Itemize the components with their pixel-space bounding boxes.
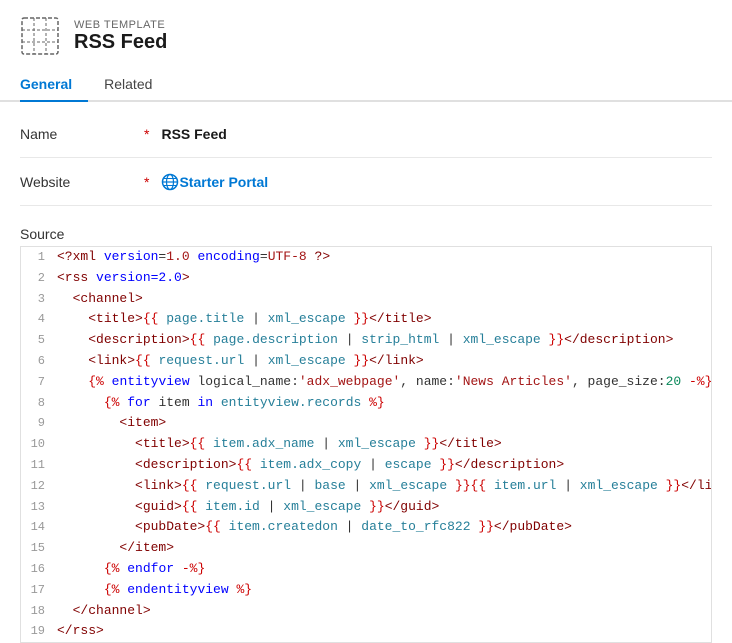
header-text-block: WEB TEMPLATE RSS Feed: [74, 19, 167, 54]
code-line-11: 11 <description>{{ item.adx_copy | escap…: [21, 455, 711, 476]
name-required: *: [144, 126, 149, 142]
name-label: Name: [20, 126, 140, 142]
form-section: Name * RSS Feed Website * Starter Portal: [0, 102, 732, 214]
code-line-12: 12 <link>{{ request.url | base | xml_esc…: [21, 476, 711, 497]
code-line-6: 6 <link>{{ request.url | xml_escape }}</…: [21, 351, 711, 372]
tab-related[interactable]: Related: [104, 68, 168, 102]
code-line-16: 16 {% endfor -%}: [21, 559, 711, 580]
code-line-15: 15 </item>: [21, 538, 711, 559]
code-line-2: 2 <rss version=2.0>: [21, 268, 711, 289]
code-line-5: 5 <description>{{ page.description | str…: [21, 330, 711, 351]
web-template-icon: [20, 16, 60, 56]
code-line-14: 14 <pubDate>{{ item.createdon | date_to_…: [21, 517, 711, 538]
form-row-website: Website * Starter Portal: [20, 158, 712, 206]
page-subtitle: WEB TEMPLATE: [74, 19, 167, 31]
website-link[interactable]: Starter Portal: [179, 174, 268, 190]
tab-general[interactable]: General: [20, 68, 88, 102]
name-value: RSS Feed: [161, 126, 226, 142]
globe-icon: [161, 173, 179, 191]
source-label: Source: [0, 214, 732, 246]
code-line-9: 9 <item>: [21, 413, 711, 434]
code-line-18: 18 </channel>: [21, 601, 711, 622]
code-line-8: 8 {% for item in entityview.records %}: [21, 393, 711, 414]
page-header: WEB TEMPLATE RSS Feed: [0, 0, 732, 68]
website-required: *: [144, 174, 149, 190]
tab-bar: General Related: [0, 68, 732, 102]
code-line-7: 7 {% entityview logical_name:'adx_webpag…: [21, 372, 711, 393]
page-title: RSS Feed: [74, 31, 167, 54]
code-line-4: 4 <title>{{ page.title | xml_escape }}</…: [21, 309, 711, 330]
form-row-name: Name * RSS Feed: [20, 110, 712, 158]
code-line-17: 17 {% endentityview %}: [21, 580, 711, 601]
website-link-text: Starter Portal: [179, 174, 268, 190]
code-line-19: 19 </rss>: [21, 621, 711, 642]
code-line-10: 10 <title>{{ item.adx_name | xml_escape …: [21, 434, 711, 455]
website-label: Website: [20, 174, 140, 190]
code-line-13: 13 <guid>{{ item.id | xml_escape }}</gui…: [21, 497, 711, 518]
code-block: 1 <?xml version=1.0 encoding=UTF-8 ?> 2 …: [20, 246, 712, 643]
code-line-1: 1 <?xml version=1.0 encoding=UTF-8 ?>: [21, 247, 711, 268]
code-line-3: 3 <channel>: [21, 289, 711, 310]
